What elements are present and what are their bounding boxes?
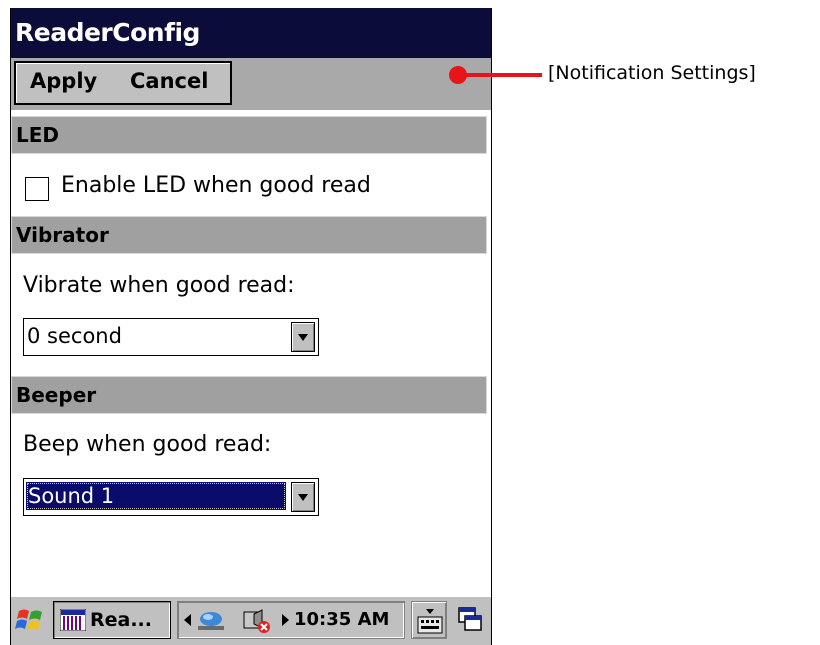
dropdown-arrow-icon[interactable] xyxy=(291,322,315,352)
taskbar-app-button[interactable]: Rea... xyxy=(53,601,171,639)
window-title: ReaderConfig xyxy=(15,18,200,47)
select-value: 0 second xyxy=(27,324,122,348)
beep-prompt: Beep when good read: xyxy=(23,432,272,457)
tray-scroll-right-icon[interactable] xyxy=(282,614,289,626)
app-grid-icon xyxy=(60,609,86,631)
volume-muted-icon[interactable] xyxy=(240,608,274,634)
show-desktop-icon xyxy=(458,607,482,631)
enable-led-checkbox[interactable] xyxy=(25,177,49,201)
taskbar: Rea... 10:35 AM xyxy=(11,596,491,645)
taskbar-app-label: Rea... xyxy=(90,609,152,631)
keyboard-icon xyxy=(417,609,443,634)
vibrate-prompt: Vibrate when good read: xyxy=(23,273,295,298)
clock[interactable]: 10:35 AM xyxy=(294,609,389,630)
title-bar: ReaderConfig xyxy=(11,8,491,58)
tray-scroll-left-icon[interactable] xyxy=(184,614,191,626)
menu-bar: Apply Cancel xyxy=(11,58,491,110)
section-header-vibrator: Vibrator xyxy=(11,216,487,254)
section-title: Vibrator xyxy=(16,223,109,247)
windows-flag-icon[interactable] xyxy=(15,605,45,635)
section-header-beeper: Beeper xyxy=(11,376,487,414)
enable-led-label[interactable]: Enable LED when good read xyxy=(61,173,371,198)
callout-line xyxy=(462,73,542,77)
section-title: Beeper xyxy=(16,383,97,407)
select-value: Sound 1 xyxy=(26,482,286,510)
section-header-led: LED xyxy=(11,116,487,154)
show-desktop-button[interactable] xyxy=(453,601,487,639)
dropdown-arrow-icon[interactable] xyxy=(291,482,315,512)
apply-button[interactable]: Apply xyxy=(30,69,97,93)
beep-sound-select[interactable]: Sound 1 xyxy=(23,478,319,516)
keyboard-button[interactable] xyxy=(411,601,447,639)
callout-label: [Notification Settings] xyxy=(548,62,756,84)
system-tray: 10:35 AM xyxy=(177,601,405,639)
network-connection-icon[interactable] xyxy=(194,609,228,633)
section-title: LED xyxy=(16,123,60,147)
vibrate-duration-select[interactable]: 0 second xyxy=(23,318,319,356)
cancel-button[interactable]: Cancel xyxy=(130,69,208,93)
menu-box: Apply Cancel xyxy=(14,61,232,105)
device-screen: ReaderConfig Apply Cancel LED Enable LED… xyxy=(10,8,492,645)
